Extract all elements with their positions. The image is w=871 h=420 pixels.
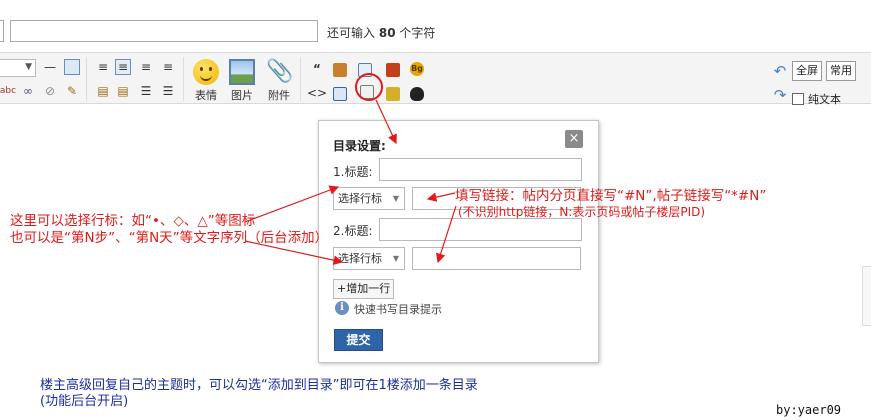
align-left-icon[interactable]: ≡ — [95, 59, 111, 75]
scrollbar[interactable] — [862, 266, 871, 326]
catalog-dialog: 目录设置: × 1.标题: 选择行标 ▼ 2.标题: 选择行标 ▼ +增加一行 i … — [318, 120, 599, 363]
redo-icon[interactable]: ↷ — [772, 86, 788, 104]
plaintext-checkbox[interactable] — [792, 93, 804, 105]
attach-button[interactable]: 📎 附件 — [262, 59, 296, 103]
row1-marker-select[interactable]: 选择行标 ▼ — [333, 187, 405, 210]
row2-marker-value: 选择行标 — [338, 252, 382, 265]
submit-button[interactable]: 提交 — [334, 329, 383, 351]
emoji-button[interactable]: 表情 — [189, 59, 223, 103]
title-prefix-input[interactable] — [0, 20, 4, 42]
free-icon[interactable] — [333, 63, 347, 77]
horizontal-rule-icon[interactable]: — — [42, 59, 58, 75]
counter-prefix: 还可输入 — [327, 26, 376, 40]
char-counter: 还可输入 80 个字符 — [327, 24, 435, 41]
qq-icon[interactable] — [410, 87, 424, 101]
background-icon[interactable]: Bg — [410, 62, 424, 76]
toolbar-divider — [86, 57, 87, 101]
editor-toolbar: ▼ — abc ∞ ⊘ ✎ ≡ ≡ ≡ ≡ ▤ ▤ ☰ ☰ 表情 图片 📎 附件… — [0, 52, 871, 106]
image-label: 图片 — [231, 89, 253, 102]
paperclip-icon: 📎 — [266, 59, 294, 84]
counter-suffix: 个字符 — [399, 26, 436, 40]
ordered-list-icon[interactable]: ☰ — [138, 83, 154, 99]
dialog-title: 目录设置: — [333, 139, 386, 153]
common-button[interactable]: 常用 — [826, 61, 856, 81]
align-center-icon[interactable]: ≡ — [115, 59, 131, 75]
float-left-icon[interactable]: ▤ — [95, 83, 111, 99]
annotation-left-line2: 也可以是“第N步”、“第N天”等文字序列（后台添加） — [10, 230, 329, 246]
flash-icon[interactable] — [386, 63, 400, 77]
counter-value: 80 — [378, 26, 396, 40]
undo-icon[interactable]: ↶ — [772, 62, 788, 80]
float-right-icon[interactable]: ▤ — [115, 83, 131, 99]
info-icon: i — [335, 301, 349, 315]
annotation-right-line2: (不识别http链接，N:表示页码或帖子楼层PID) — [458, 205, 706, 219]
chevron-down-icon: ▼ — [25, 62, 32, 72]
add-row-button[interactable]: +增加一行 — [333, 279, 395, 299]
chevron-down-icon: ▼ — [392, 194, 399, 203]
align-justify-icon[interactable]: ≡ — [160, 59, 176, 75]
fullscreen-button[interactable]: 全屏 — [792, 61, 822, 81]
row1-title-label: 1.标题: — [333, 165, 373, 179]
title-row: 还可输入 80 个字符 — [0, 0, 871, 58]
plaintext-label: 纯文本 — [808, 93, 841, 106]
annotation-right-line1: 填写链接：帖内分页直接写“#N”,帖子链接写“*#N” — [455, 188, 767, 204]
font-size-select[interactable]: ▼ — [0, 59, 36, 77]
title-input[interactable] — [10, 20, 318, 42]
user-icon[interactable] — [386, 87, 400, 101]
row2-link-input[interactable] — [412, 247, 581, 270]
unlink-icon[interactable]: ⊘ — [42, 83, 58, 99]
format-paint-icon[interactable]: abc — [0, 83, 16, 99]
signature: by:yaer09 — [776, 403, 842, 417]
code-icon[interactable]: <> — [307, 85, 327, 101]
hide-icon[interactable] — [358, 63, 372, 77]
row2-marker-select[interactable]: 选择行标 ▼ — [333, 247, 405, 270]
image-button[interactable]: 图片 — [225, 59, 259, 103]
row1-marker-value: 选择行标 — [338, 192, 382, 205]
attach-label: 附件 — [268, 89, 290, 102]
link-icon[interactable]: ∞ — [20, 83, 36, 99]
annotation-bottom-line2: (功能后台开启) — [40, 394, 129, 409]
chevron-down-icon: ▼ — [392, 254, 399, 263]
row2-title-input[interactable] — [379, 218, 582, 241]
quote-icon[interactable]: “ — [309, 61, 325, 77]
toolbar-divider — [183, 57, 184, 101]
smiley-icon — [193, 59, 219, 85]
align-right-icon[interactable]: ≡ — [138, 59, 154, 75]
table-icon[interactable] — [64, 59, 80, 75]
emoji-label: 表情 — [195, 89, 217, 102]
close-icon[interactable]: × — [565, 130, 583, 148]
quick-tip-link[interactable]: 快速书写目录提示 — [354, 301, 442, 317]
toolbar-divider — [300, 57, 301, 101]
media-icon[interactable] — [333, 87, 347, 101]
image-icon — [229, 59, 255, 85]
catalog-icon[interactable] — [360, 85, 374, 99]
row2-title-label: 2.标题: — [333, 224, 373, 238]
unordered-list-icon[interactable]: ☰ — [160, 83, 176, 99]
row1-title-input[interactable] — [379, 158, 582, 181]
clear-format-icon[interactable]: ✎ — [64, 83, 80, 99]
